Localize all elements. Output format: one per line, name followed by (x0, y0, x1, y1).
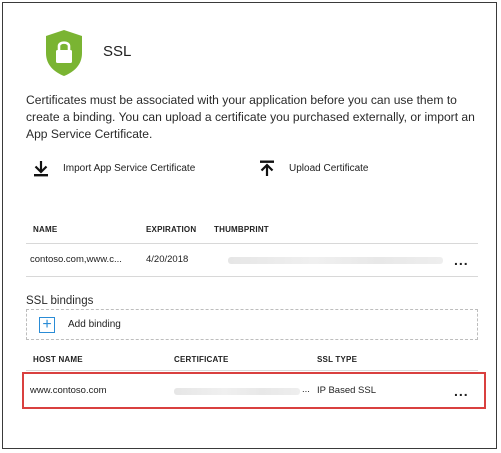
description-text: Certificates must be associated with you… (26, 93, 475, 141)
upload-certificate-button[interactable]: Upload Certificate (259, 160, 368, 177)
column-header-ssl-type: SSL TYPE (317, 355, 358, 364)
add-binding-button[interactable]: + Add binding (26, 309, 478, 340)
column-header-host-name: HOST NAME (33, 355, 83, 364)
row-divider (26, 276, 478, 277)
plus-icon: + (39, 316, 55, 333)
column-header-expiration: EXPIRATION (146, 225, 197, 234)
ssl-lock-shield-icon (46, 30, 82, 76)
import-certificate-button[interactable]: Import App Service Certificate (33, 160, 195, 177)
page-title: SSL (103, 42, 132, 60)
ssl-blade: SSL Certificates must be associated with… (2, 2, 497, 449)
certificate-more-button[interactable]: ... (454, 252, 469, 268)
import-certificate-label: Import App Service Certificate (63, 163, 196, 174)
column-header-name: NAME (33, 225, 58, 234)
binding-row-highlight (22, 372, 486, 409)
table-header-divider (26, 243, 478, 244)
certificate-name: contoso.com,www.c... (30, 254, 122, 265)
bindings-header-divider (26, 370, 478, 371)
column-header-thumbprint: THUMBPRINT (214, 225, 269, 234)
certificate-thumbprint-redacted (228, 257, 443, 264)
add-binding-label: Add binding (68, 319, 121, 330)
upload-icon (260, 160, 274, 176)
blade-header: SSL (44, 27, 131, 79)
certificate-expiration: 4/20/2018 (146, 254, 189, 265)
upload-certificate-label: Upload Certificate (289, 163, 369, 174)
download-icon (34, 161, 48, 177)
ssl-bindings-heading: SSL bindings (26, 295, 94, 307)
column-header-certificate: CERTIFICATE (174, 355, 229, 364)
